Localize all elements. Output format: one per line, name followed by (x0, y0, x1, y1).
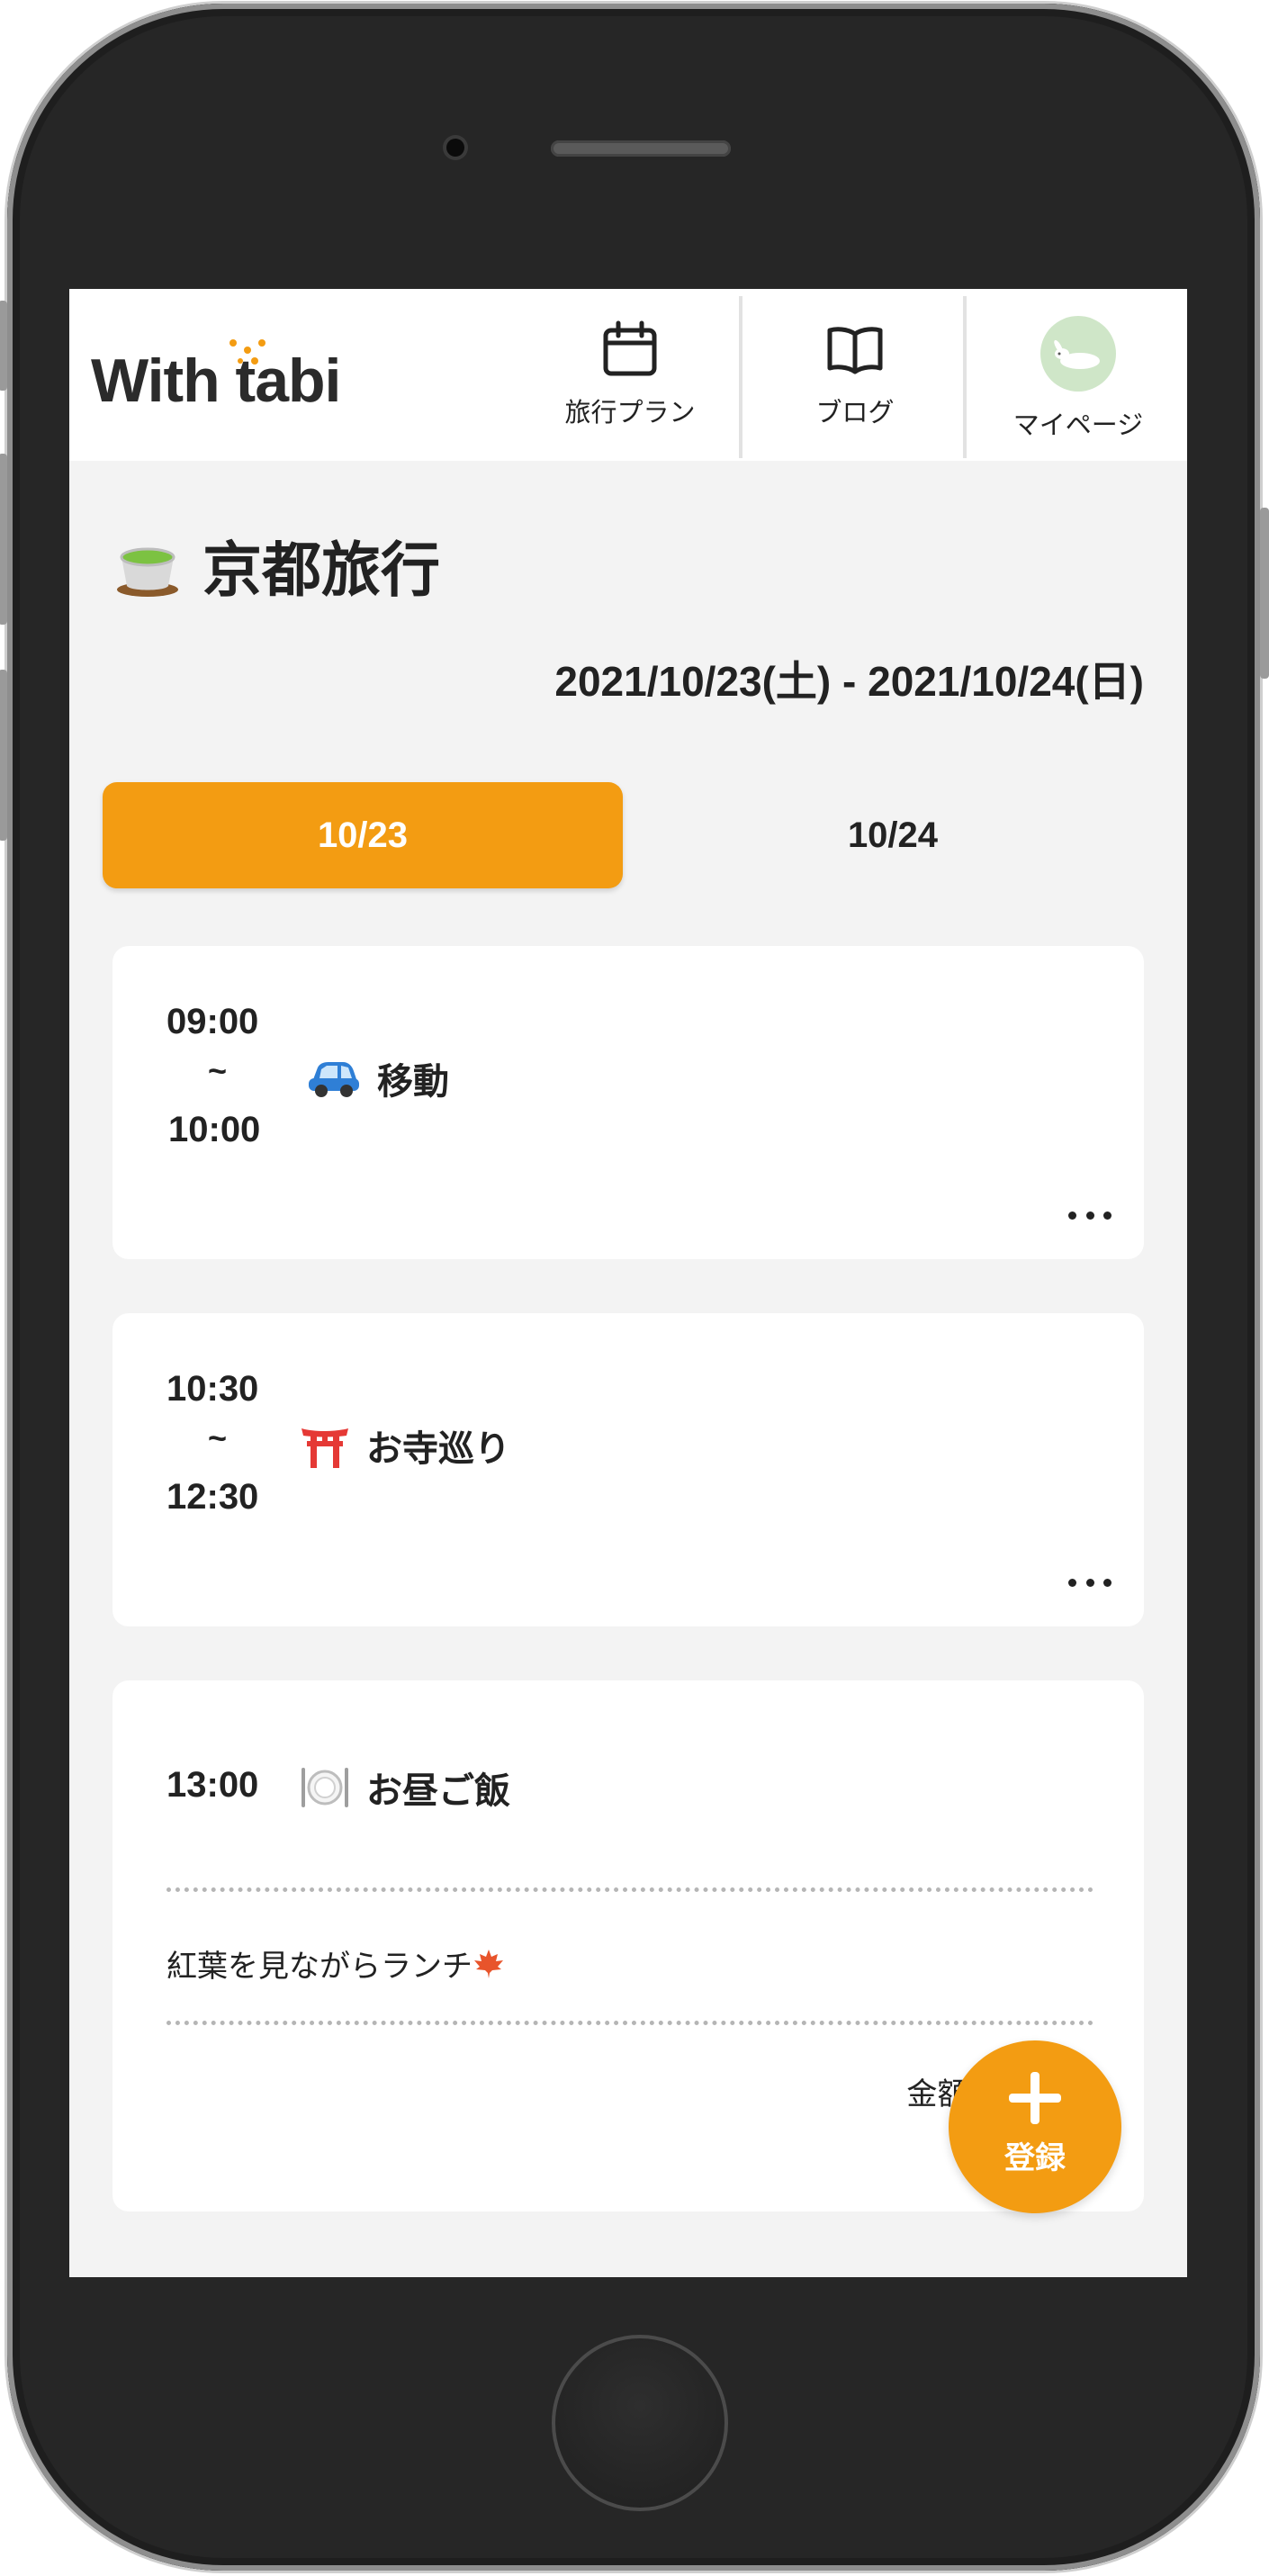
volume-down-button (0, 670, 7, 841)
silent-switch (0, 301, 7, 391)
avatar (1040, 316, 1116, 392)
event-title: 移動 (307, 1052, 449, 1104)
event-memo: 紅葉を見ながらランチ (166, 1941, 505, 1986)
event-title: お寺巡り (300, 1419, 510, 1472)
event-memo-text: 紅葉を見ながらランチ (166, 1949, 472, 1985)
add-schedule-button[interactable]: 登録 (949, 2040, 1121, 2213)
rabbit-avatar-icon (1054, 339, 1100, 369)
maple-leaf-icon (474, 1949, 503, 1978)
time-separator: ~ (208, 1052, 228, 1089)
plate-icon (302, 1768, 348, 1807)
green-tea-icon (117, 547, 178, 597)
app-screen: With tabi 旅行プラン ブログ マイページ 京都旅行 2021/10/2… (69, 289, 1187, 2277)
schedule-card[interactable]: 10:30 ~ 12:30 お寺巡り (112, 1313, 1144, 1626)
tab-day-1[interactable]: 10/23 (103, 782, 623, 888)
trip-title-text: 京都旅行 (202, 536, 440, 605)
end-time: 10:00 (168, 1110, 261, 1149)
power-button (1260, 508, 1269, 679)
event-title-text: お寺巡り (366, 1428, 510, 1470)
app-header: With tabi 旅行プラン ブログ マイページ (69, 289, 1187, 461)
add-schedule-label: 登録 (1004, 2139, 1066, 2176)
event-title-text: 移動 (377, 1061, 449, 1103)
start-time: 13:00 (166, 1765, 259, 1805)
more-options-icon[interactable] (1068, 1578, 1112, 1587)
tab-day-2[interactable]: 10/24 (633, 782, 1153, 888)
nav-travel-plan[interactable]: 旅行プラン (519, 289, 741, 461)
nav-blog[interactable]: ブログ (744, 289, 966, 461)
event-title-text: お昼ご飯 (366, 1770, 510, 1812)
home-button[interactable] (552, 2335, 728, 2511)
more-options-icon[interactable] (1068, 1211, 1112, 1220)
end-time: 12:30 (166, 1477, 259, 1517)
nav-label-travel-plan: 旅行プラン (564, 397, 696, 428)
torii-icon (302, 1428, 348, 1468)
event-title: お昼ご飯 (300, 1761, 510, 1814)
schedule-card[interactable]: 09:00 ~ 10:00 移動 (112, 946, 1144, 1259)
nav-my-page[interactable]: マイページ (968, 289, 1187, 461)
divider (166, 2021, 1094, 2025)
time-separator: ~ (208, 1419, 228, 1456)
divider (166, 1887, 1094, 1892)
nav-label-blog: ブログ (815, 397, 895, 428)
start-time: 09:00 (166, 1002, 259, 1041)
logo[interactable]: With tabi (91, 336, 433, 426)
page-title: 京都旅行 (112, 525, 440, 606)
earpiece-speaker (551, 140, 731, 157)
calendar-icon (603, 320, 657, 376)
nav-divider (963, 296, 967, 458)
nav-divider (739, 296, 742, 458)
trip-date-range: 2021/10/23(土) - 2021/10/24(日) (554, 658, 1144, 705)
nav-label-my-page: マイページ (1012, 410, 1144, 440)
volume-up-button (0, 454, 7, 625)
front-camera (446, 139, 464, 157)
logo-dots-icon (230, 339, 266, 365)
book-icon (827, 327, 883, 374)
car-icon (309, 1062, 359, 1097)
plus-icon (1009, 2071, 1061, 2124)
start-time: 10:30 (166, 1369, 259, 1409)
logo-text: With tabi (91, 347, 341, 415)
